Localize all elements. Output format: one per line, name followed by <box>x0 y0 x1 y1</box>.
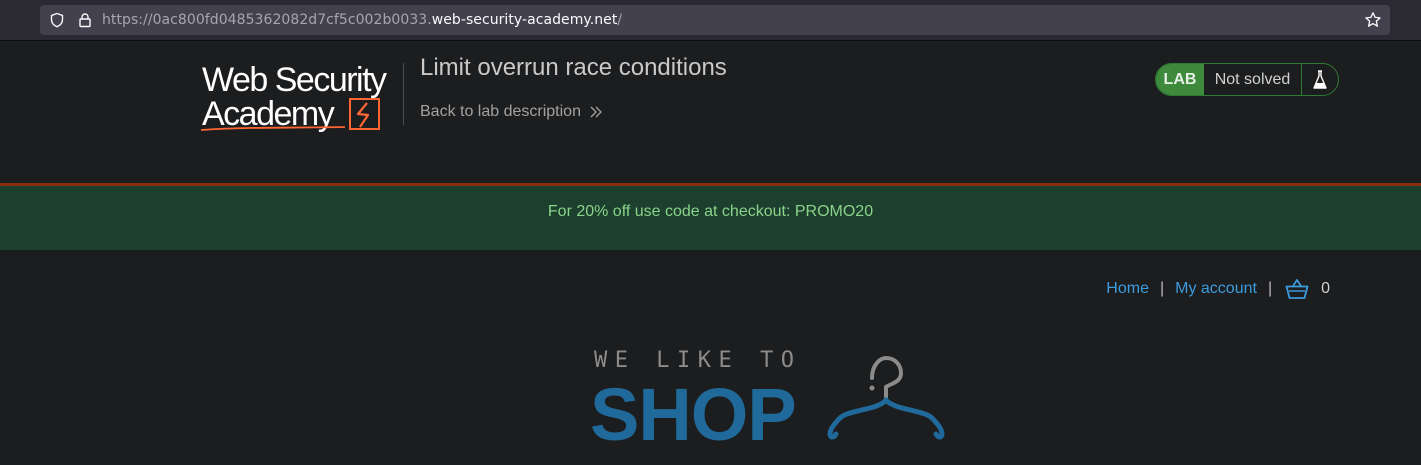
web-security-academy-logo[interactable]: Web Security Academy <box>200 61 402 133</box>
lab-flask[interactable] <box>1302 64 1338 95</box>
home-link[interactable]: Home <box>1106 280 1149 298</box>
url-suffix: / <box>617 12 623 28</box>
lab-status-widget[interactable]: LAB Not solved <box>1155 63 1339 96</box>
shop-logo-tagline: WE LIKE TO <box>594 348 802 373</box>
nav-separator: | <box>1267 280 1273 297</box>
header-divider <box>403 63 404 125</box>
academy-header: Web Security Academy Limit overrun race … <box>0 41 1421 183</box>
lock-icon[interactable] <box>77 12 93 28</box>
hanger-icon <box>827 355 945 440</box>
shop-logo-word: SHOP <box>590 373 797 456</box>
promo-banner: For 20% off use code at checkout: PROMO2… <box>0 186 1421 250</box>
url-host: web-security-academy.net <box>431 12 618 28</box>
back-to-lab-description-link[interactable]: Back to lab description <box>420 103 603 121</box>
shop-navigation: Home | My account | 0 <box>1106 278 1330 300</box>
back-link-label: Back to lab description <box>420 103 581 120</box>
url-text[interactable]: https://0ac800fd0485362082d7cf5c002b0033… <box>102 12 622 28</box>
lab-title: Limit overrun race conditions <box>420 54 727 81</box>
chevron-double-right-icon <box>590 106 602 118</box>
my-account-link[interactable]: My account <box>1175 280 1257 298</box>
cart-count: 0 <box>1321 280 1330 297</box>
address-bar[interactable]: https://0ac800fd0485362082d7cf5c002b0033… <box>40 5 1390 35</box>
flask-icon <box>1313 69 1327 89</box>
browser-toolbar: https://0ac800fd0485362082d7cf5c002b0033… <box>0 0 1421 41</box>
shield-icon[interactable] <box>49 12 65 28</box>
url-prefix: https://0ac800fd0485362082d7cf5c002b0033… <box>102 12 432 28</box>
nav-separator: | <box>1159 280 1165 297</box>
lab-badge: LAB <box>1156 64 1204 95</box>
promo-text: For 20% off use code at checkout: PROMO2… <box>547 202 874 220</box>
lab-status-text: Not solved <box>1204 64 1302 95</box>
star-icon[interactable] <box>1364 11 1382 29</box>
basket-icon[interactable] <box>1285 278 1309 300</box>
logo-line1: Web Security <box>202 61 387 99</box>
